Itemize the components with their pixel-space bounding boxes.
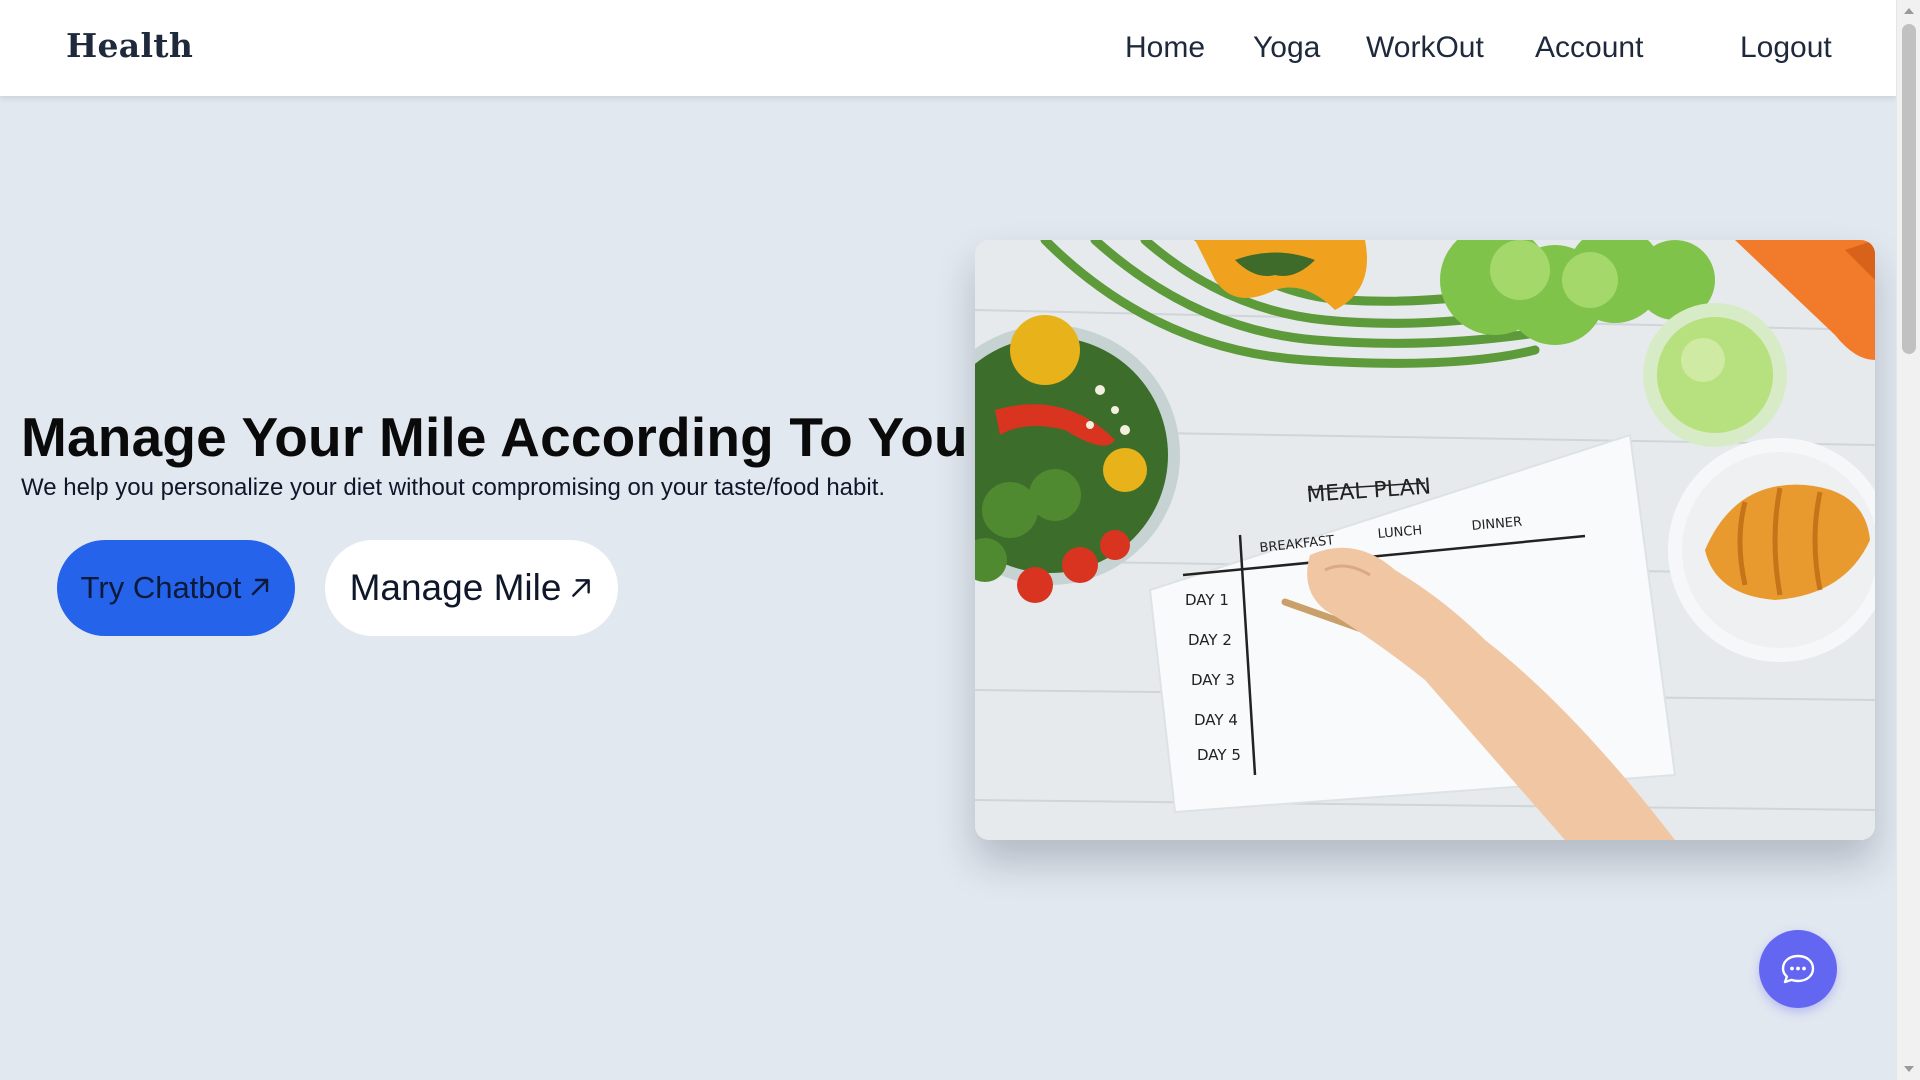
page: Health Home Yoga WorkOut Account Logout …	[0, 0, 1920, 1080]
nav-link-account[interactable]: Account	[1535, 31, 1643, 65]
hero-title: Manage Your Mile According To You	[21, 406, 968, 468]
try-chatbot-button[interactable]: Try Chatbot	[57, 540, 295, 636]
scroll-up-arrow-icon[interactable]	[1904, 8, 1914, 14]
logout-link[interactable]: Logout	[1740, 31, 1832, 65]
nav-link-yoga[interactable]: Yoga	[1253, 31, 1320, 65]
nav-link-home[interactable]: Home	[1125, 31, 1205, 65]
chat-bubble-icon	[1781, 954, 1815, 984]
arrow-up-right-icon	[249, 570, 271, 606]
page-scrollbar[interactable]	[1896, 0, 1920, 1080]
scroll-down-arrow-icon[interactable]	[1904, 1066, 1914, 1072]
row-day-1: DAY 1	[1185, 591, 1229, 609]
try-chatbot-label: Try Chatbot	[80, 570, 242, 605]
brand-logo[interactable]: Health	[66, 26, 193, 65]
arrow-up-right-icon	[569, 567, 593, 609]
row-day-5: DAY 5	[1197, 746, 1241, 764]
scrollbar-thumb[interactable]	[1902, 24, 1916, 354]
hero-subtitle: We help you personalize your diet withou…	[21, 474, 886, 501]
meal-plan-photo: MEAL PLAN BREAKFAST LUNCH DINNER DAY 1 D…	[975, 240, 1875, 840]
top-navbar: Health Home Yoga WorkOut Account Logout	[0, 0, 1896, 96]
manage-mile-label: Manage Mile	[349, 567, 562, 608]
nav-link-workout[interactable]: WorkOut	[1366, 31, 1484, 65]
row-day-4: DAY 4	[1194, 711, 1238, 729]
row-day-2: DAY 2	[1188, 631, 1232, 649]
manage-mile-button[interactable]: Manage Mile	[325, 540, 618, 636]
row-day-3: DAY 3	[1191, 671, 1235, 689]
chat-fab-button[interactable]	[1759, 930, 1837, 1008]
